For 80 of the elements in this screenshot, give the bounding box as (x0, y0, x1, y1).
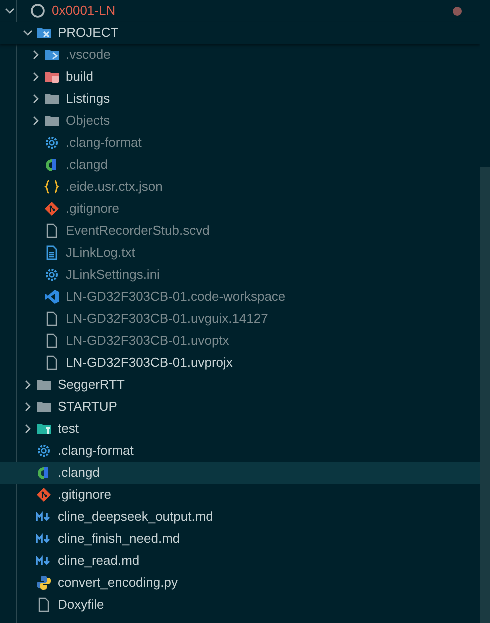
file-row[interactable]: cline_finish_need.md (0, 528, 480, 550)
item-label: PROJECT (58, 24, 119, 42)
file-row[interactable]: .gitignore (0, 198, 480, 220)
folder-row[interactable]: SeggerRTT (0, 374, 480, 396)
file-icon (36, 597, 52, 613)
item-label: LN-GD32F303CB-01.uvguix.14127 (66, 310, 268, 328)
file-row[interactable]: JLinkLog.txt (0, 242, 480, 264)
item-label: LN-GD32F303CB-01.uvoptx (66, 332, 230, 350)
editor-icon (44, 289, 60, 305)
file-row[interactable]: Doxyfile (0, 594, 480, 616)
folder-icon (36, 25, 52, 41)
item-label: Objects (66, 112, 110, 130)
item-label: test (58, 420, 79, 438)
git-icon (44, 201, 60, 217)
item-label: .clang-format (58, 442, 134, 460)
file-row[interactable]: convert_encoding.py (0, 572, 480, 594)
file-row[interactable]: .eide.usr.ctx.json (0, 176, 480, 198)
folder-icon (44, 47, 60, 63)
file-row[interactable]: cline_read.md (0, 550, 480, 572)
item-label: Doxyfile (58, 596, 104, 614)
item-label: SeggerRTT (58, 376, 125, 394)
workspace-root-row[interactable]: 0x0001-LN (0, 0, 480, 22)
folder-row[interactable]: Listings (0, 88, 480, 110)
gear-icon (44, 135, 60, 151)
file-icon (44, 355, 60, 371)
file-row[interactable]: JLinkSettings.ini (0, 264, 480, 286)
item-label: .clangd (66, 156, 108, 174)
item-label: .vscode (66, 46, 111, 64)
item-label: .gitignore (66, 200, 120, 218)
text-file-icon (44, 245, 60, 261)
file-row[interactable]: .clangd (0, 462, 480, 484)
folder-row[interactable]: Objects (0, 110, 480, 132)
file-row[interactable]: LN-GD32F303CB-01.uvprojx (0, 352, 480, 374)
scrollbar-thumb[interactable] (480, 167, 490, 623)
item-label: JLinkLog.txt (66, 244, 136, 262)
item-label: .eide.usr.ctx.json (66, 178, 163, 196)
item-label: LN-GD32F303CB-01.uvprojx (66, 354, 233, 372)
item-label: build (66, 68, 94, 86)
file-row[interactable]: .gitignore (0, 484, 480, 506)
item-label: Listings (66, 90, 110, 108)
folder-icon (36, 377, 52, 393)
folder-row[interactable]: .vscode (0, 44, 480, 66)
folder-icon (36, 399, 52, 415)
item-label: .clang-format (66, 134, 142, 152)
file-row[interactable]: cline_deepseek_output.md (0, 506, 480, 528)
file-icon (44, 311, 60, 327)
item-label: .gitignore (58, 486, 112, 504)
folder-row[interactable]: build (0, 66, 480, 88)
item-label: JLinkSettings.ini (66, 266, 160, 284)
file-row[interactable]: .clang-format (0, 440, 480, 462)
gear-icon (44, 267, 60, 283)
item-label: .clangd (58, 464, 100, 482)
file-row[interactable]: EventRecorderStub.scvd (0, 220, 480, 242)
file-icon (44, 223, 60, 239)
file-row[interactable]: LN-GD32F303CB-01.uvguix.14127 (0, 308, 480, 330)
folder-icon (44, 91, 60, 107)
folder-icon (44, 69, 60, 85)
circle-icon (30, 3, 46, 19)
folder-row[interactable]: test (0, 418, 480, 440)
folder-icon (36, 421, 52, 437)
file-row[interactable]: LN-GD32F303CB-01.uvoptx (0, 330, 480, 352)
folder-row[interactable]: STARTUP (0, 396, 480, 418)
item-label: STARTUP (58, 398, 118, 416)
item-label: convert_encoding.py (58, 574, 178, 592)
folder-icon (44, 113, 60, 129)
item-label: EventRecorderStub.scvd (66, 222, 210, 240)
gear-icon (36, 443, 52, 459)
git-icon (36, 487, 52, 503)
item-label: LN-GD32F303CB-01.code-workspace (66, 288, 286, 306)
item-label: cline_finish_need.md (58, 530, 180, 548)
folder-row[interactable]: PROJECT (0, 22, 480, 44)
python-icon (36, 575, 52, 591)
braces-icon (44, 179, 60, 195)
file-row[interactable]: .clang-format (0, 132, 480, 154)
workspace-name: 0x0001-LN (52, 2, 116, 20)
file-row[interactable]: .clangd (0, 154, 480, 176)
file-row[interactable]: LN-GD32F303CB-01.code-workspace (0, 286, 480, 308)
file-icon (44, 333, 60, 349)
item-label: cline_read.md (58, 552, 140, 570)
item-label: cline_deepseek_output.md (58, 508, 214, 526)
